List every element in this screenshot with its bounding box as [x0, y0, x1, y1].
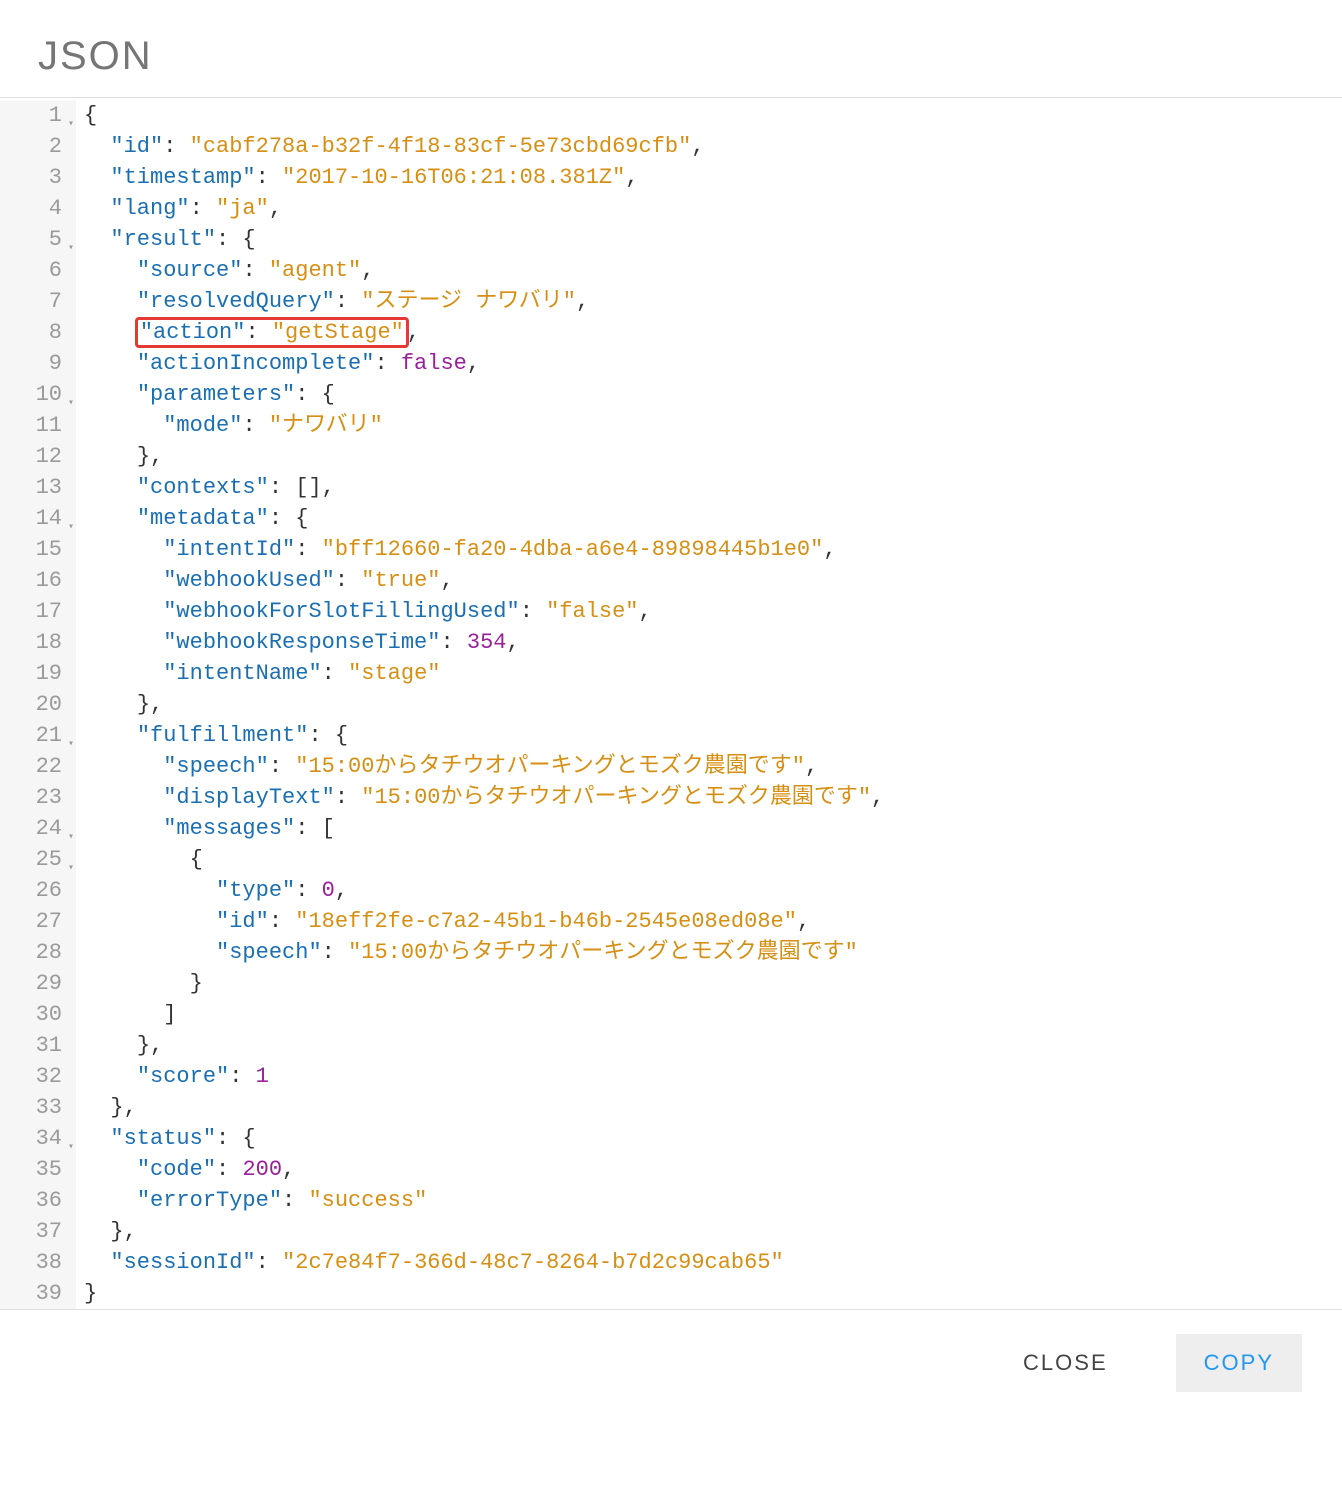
code-line: "status": { — [84, 1123, 1342, 1154]
line-number: 29 — [0, 968, 62, 999]
line-number: 38 — [0, 1247, 62, 1278]
line-number: 36 — [0, 1185, 62, 1216]
code-line: "metadata": { — [84, 503, 1342, 534]
code-line: ] — [84, 999, 1342, 1030]
code-line: } — [84, 1278, 1342, 1309]
code-line: "webhookForSlotFillingUsed": "false", — [84, 596, 1342, 627]
line-number: 4 — [0, 193, 62, 224]
line-number: 5 — [0, 224, 62, 255]
code-line: "errorType": "success" — [84, 1185, 1342, 1216]
code-line: } — [84, 968, 1342, 999]
line-number: 17 — [0, 596, 62, 627]
line-number: 13 — [0, 472, 62, 503]
code-line: "speech": "15:00からタチウオパーキングとモズク農園です" — [84, 937, 1342, 968]
code-line: }, — [84, 1216, 1342, 1247]
line-number: 34 — [0, 1123, 62, 1154]
dialog-footer: CLOSE COPY — [0, 1309, 1342, 1432]
close-button[interactable]: CLOSE — [995, 1334, 1136, 1392]
code-line: "code": 200, — [84, 1154, 1342, 1185]
code-line: "messages": [ — [84, 813, 1342, 844]
code-line: { — [84, 844, 1342, 875]
line-number: 8 — [0, 317, 62, 348]
code-line: "fulfillment": { — [84, 720, 1342, 751]
code-line: "resolvedQuery": "ステージ ナワバリ", — [84, 286, 1342, 317]
line-number: 15 — [0, 534, 62, 565]
code-line: }, — [84, 441, 1342, 472]
line-number: 20 — [0, 689, 62, 720]
code-line: { — [84, 100, 1342, 131]
code-line: "sessionId": "2c7e84f7-366d-48c7-8264-b7… — [84, 1247, 1342, 1278]
line-number: 1 — [0, 100, 62, 131]
dialog-title: JSON — [0, 0, 1342, 97]
line-number: 7 — [0, 286, 62, 317]
code-line: "actionIncomplete": false, — [84, 348, 1342, 379]
line-number: 14 — [0, 503, 62, 534]
line-number: 39 — [0, 1278, 62, 1309]
line-number: 28 — [0, 937, 62, 968]
code-line: "lang": "ja", — [84, 193, 1342, 224]
highlighted-action-line: "action": "getStage" — [135, 317, 409, 348]
code-line: "type": 0, — [84, 875, 1342, 906]
line-number: 3 — [0, 162, 62, 193]
code-line: "mode": "ナワバリ" — [84, 410, 1342, 441]
code-line: "result": { — [84, 224, 1342, 255]
line-number: 30 — [0, 999, 62, 1030]
line-number: 24 — [0, 813, 62, 844]
code-line: "webhookUsed": "true", — [84, 565, 1342, 596]
line-number: 12 — [0, 441, 62, 472]
line-number: 19 — [0, 658, 62, 689]
code-line: }, — [84, 1030, 1342, 1061]
code-line: "displayText": "15:00からタチウオパーキングとモズク農園です… — [84, 782, 1342, 813]
line-number: 25 — [0, 844, 62, 875]
line-number: 23 — [0, 782, 62, 813]
json-viewer-dialog: JSON 12345678910111213141516171819202122… — [0, 0, 1342, 1432]
line-number: 27 — [0, 906, 62, 937]
copy-button[interactable]: COPY — [1176, 1334, 1302, 1392]
code-line: "id": "18eff2fe-c7a2-45b1-b46b-2545e08ed… — [84, 906, 1342, 937]
code-line: "parameters": { — [84, 379, 1342, 410]
line-number: 16 — [0, 565, 62, 596]
line-number: 35 — [0, 1154, 62, 1185]
code-line: "webhookResponseTime": 354, — [84, 627, 1342, 658]
code-editor[interactable]: 1234567891011121314151617181920212223242… — [0, 97, 1342, 1309]
line-number: 33 — [0, 1092, 62, 1123]
line-number: 37 — [0, 1216, 62, 1247]
line-number: 18 — [0, 627, 62, 658]
code-area[interactable]: { "id": "cabf278a-b32f-4f18-83cf-5e73cbd… — [76, 100, 1342, 1309]
code-line: "intentId": "bff12660-fa20-4dba-a6e4-898… — [84, 534, 1342, 565]
code-line: "speech": "15:00からタチウオパーキングとモズク農園です", — [84, 751, 1342, 782]
line-number: 31 — [0, 1030, 62, 1061]
code-line: }, — [84, 1092, 1342, 1123]
line-number: 11 — [0, 410, 62, 441]
line-number: 9 — [0, 348, 62, 379]
code-line: "timestamp": "2017-10-16T06:21:08.381Z", — [84, 162, 1342, 193]
line-number: 21 — [0, 720, 62, 751]
line-gutter: 1234567891011121314151617181920212223242… — [0, 100, 76, 1309]
line-number: 26 — [0, 875, 62, 906]
line-number: 22 — [0, 751, 62, 782]
line-number: 6 — [0, 255, 62, 286]
line-number: 2 — [0, 131, 62, 162]
code-line: "id": "cabf278a-b32f-4f18-83cf-5e73cbd69… — [84, 131, 1342, 162]
line-number: 32 — [0, 1061, 62, 1092]
code-line: }, — [84, 689, 1342, 720]
code-line: "action": "getStage", — [84, 317, 1342, 348]
code-line: "score": 1 — [84, 1061, 1342, 1092]
line-number: 10 — [0, 379, 62, 410]
code-line: "intentName": "stage" — [84, 658, 1342, 689]
code-line: "source": "agent", — [84, 255, 1342, 286]
code-line: "contexts": [], — [84, 472, 1342, 503]
